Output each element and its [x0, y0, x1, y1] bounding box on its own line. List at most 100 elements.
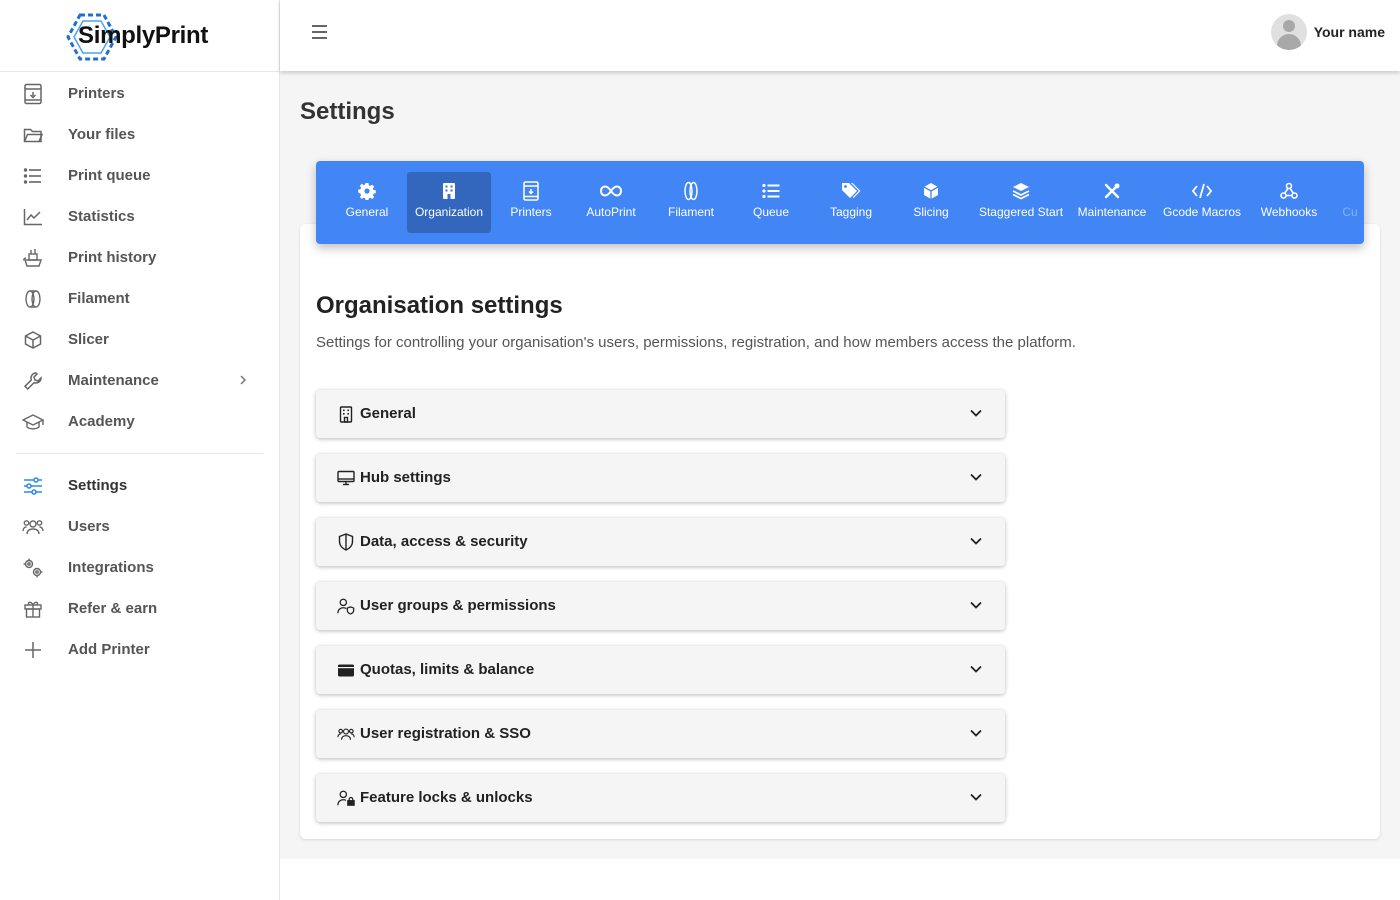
- hamburger-menu-icon[interactable]: [312, 22, 330, 42]
- sidebar-item-label: Filament: [68, 290, 130, 307]
- sidebar-item-add-printer[interactable]: Add Printer: [0, 629, 279, 670]
- chevron-down-icon: [969, 661, 983, 679]
- users-icon: [337, 725, 355, 743]
- sidebar-item-settings[interactable]: Settings: [0, 465, 279, 506]
- sidebar-item-label: Print history: [68, 249, 157, 266]
- shield-icon: [337, 533, 355, 551]
- sidebar-nav: Printers Your files Print queue Statisti…: [0, 73, 279, 442]
- sidebar: SimplyPrint Printers Your files Print qu…: [0, 0, 280, 900]
- tags-icon: [841, 180, 861, 202]
- tab-queue[interactable]: Queue: [740, 172, 802, 233]
- wallet-icon: [337, 661, 355, 679]
- tab-label: AutoPrint: [586, 205, 636, 219]
- tab-label: Printers: [510, 205, 552, 219]
- accordion-general[interactable]: General: [316, 390, 1005, 438]
- printer-icon: [523, 180, 539, 202]
- filament-icon: [22, 288, 44, 310]
- sidebar-item-label: Integrations: [68, 559, 154, 576]
- sidebar-item-integrations[interactable]: Integrations: [0, 547, 279, 588]
- accordion-user-registration-sso[interactable]: User registration & SSO: [316, 710, 1005, 758]
- tab-custom[interactable]: Cu: [1330, 172, 1364, 233]
- simplyprint-logo: SimplyPrint: [66, 11, 209, 61]
- logo[interactable]: SimplyPrint: [0, 0, 279, 72]
- tab-label: Maintenance: [1077, 205, 1147, 219]
- sidebar-item-label: Add Printer: [68, 641, 150, 658]
- layers-icon: [1012, 180, 1030, 202]
- sidebar-item-academy[interactable]: Academy: [0, 401, 279, 442]
- tab-organization[interactable]: Organization: [407, 172, 491, 233]
- logo-text: SimplyPrint: [78, 21, 209, 49]
- accordion-label: Feature locks & unlocks: [360, 789, 533, 806]
- tab-label: General: [345, 205, 389, 219]
- accordion-label: General: [360, 405, 416, 422]
- folder-icon: [22, 124, 44, 146]
- building-icon: [337, 405, 355, 423]
- main-content: Settings General Organization Printers A…: [280, 71, 1400, 859]
- tab-slicing[interactable]: Slicing: [900, 172, 962, 233]
- sidebar-item-refer-earn[interactable]: Refer & earn: [0, 588, 279, 629]
- sidebar-item-printers[interactable]: Printers: [0, 73, 279, 114]
- sidebar-item-label: Print queue: [68, 167, 151, 184]
- user-name: Your name: [1313, 24, 1385, 40]
- accordion-data-access-security[interactable]: Data, access & security: [316, 518, 1005, 566]
- tab-staggered-start[interactable]: Staggered Start: [976, 172, 1066, 233]
- sidebar-nav-secondary: Settings Users Integrations Refer & earn…: [0, 465, 279, 670]
- sidebar-item-slicer[interactable]: Slicer: [0, 319, 279, 360]
- sidebar-item-statistics[interactable]: Statistics: [0, 196, 279, 237]
- tab-webhooks[interactable]: Webhooks: [1256, 172, 1322, 233]
- gear-icon: [358, 180, 376, 202]
- chevron-down-icon: [969, 789, 983, 807]
- gift-icon: [22, 598, 44, 620]
- page-title: Settings: [300, 98, 395, 125]
- tools-icon: [1103, 180, 1121, 202]
- tab-general[interactable]: General: [336, 172, 398, 233]
- chevron-down-icon: [969, 533, 983, 551]
- accordion-feature-locks-unlocks[interactable]: Feature locks & unlocks: [316, 774, 1005, 822]
- avatar: [1270, 14, 1307, 50]
- filament-icon: [683, 180, 699, 202]
- list-icon: [762, 180, 780, 202]
- tab-label: Slicing: [913, 205, 949, 219]
- tab-label: Filament: [667, 205, 714, 219]
- sidebar-item-label: Statistics: [68, 208, 135, 225]
- section-description: Settings for controlling your organisati…: [316, 334, 1076, 351]
- tab-printers[interactable]: Printers: [500, 172, 562, 233]
- sidebar-item-label: Academy: [68, 413, 135, 430]
- accordion-user-groups-permissions[interactable]: User groups & permissions: [316, 582, 1005, 630]
- graduation-cap-icon: [22, 411, 44, 433]
- accordion-label: Data, access & security: [360, 533, 528, 550]
- sidebar-item-filament[interactable]: Filament: [0, 278, 279, 319]
- user-menu[interactable]: Your name: [1270, 14, 1385, 50]
- users-icon: [22, 516, 44, 538]
- settings-tabbar: General Organization Printers AutoPrint …: [316, 161, 1364, 244]
- sidebar-item-print-queue[interactable]: Print queue: [0, 155, 279, 196]
- tab-gcode-macros[interactable]: Gcode Macros: [1160, 172, 1244, 233]
- accordion-hub-settings[interactable]: Hub settings: [316, 454, 1005, 502]
- accordion-label: Hub settings: [360, 469, 451, 486]
- monitor-icon: [337, 469, 355, 487]
- tab-maintenance[interactable]: Maintenance: [1074, 172, 1150, 233]
- sidebar-item-maintenance[interactable]: Maintenance: [0, 360, 279, 401]
- chevron-down-icon: [969, 469, 983, 487]
- list-icon: [22, 165, 44, 187]
- sidebar-item-label: Maintenance: [68, 372, 159, 389]
- tab-filament[interactable]: Filament: [660, 172, 722, 233]
- chart-line-icon: [22, 206, 44, 228]
- tab-tagging[interactable]: Tagging: [820, 172, 882, 233]
- tab-autoprint[interactable]: AutoPrint: [580, 172, 642, 233]
- accordion-label: User groups & permissions: [360, 597, 556, 614]
- tab-label: Cu: [1342, 205, 1358, 219]
- printer-icon: [22, 83, 44, 105]
- topbar: Your name: [280, 0, 1400, 71]
- sidebar-item-users[interactable]: Users: [0, 506, 279, 547]
- user-lock-icon: [337, 789, 355, 807]
- tab-label: Gcode Macros: [1162, 205, 1242, 219]
- cube-icon: [923, 180, 939, 202]
- accordion-label: User registration & SSO: [360, 725, 531, 742]
- tab-label: Queue: [752, 205, 790, 219]
- sidebar-item-label: Your files: [68, 126, 136, 143]
- sidebar-item-print-history[interactable]: Print history: [0, 237, 279, 278]
- chevron-right-icon: [239, 373, 247, 391]
- accordion-quotas-limits-balance[interactable]: Quotas, limits & balance: [316, 646, 1005, 694]
- sidebar-item-your-files[interactable]: Your files: [0, 114, 279, 155]
